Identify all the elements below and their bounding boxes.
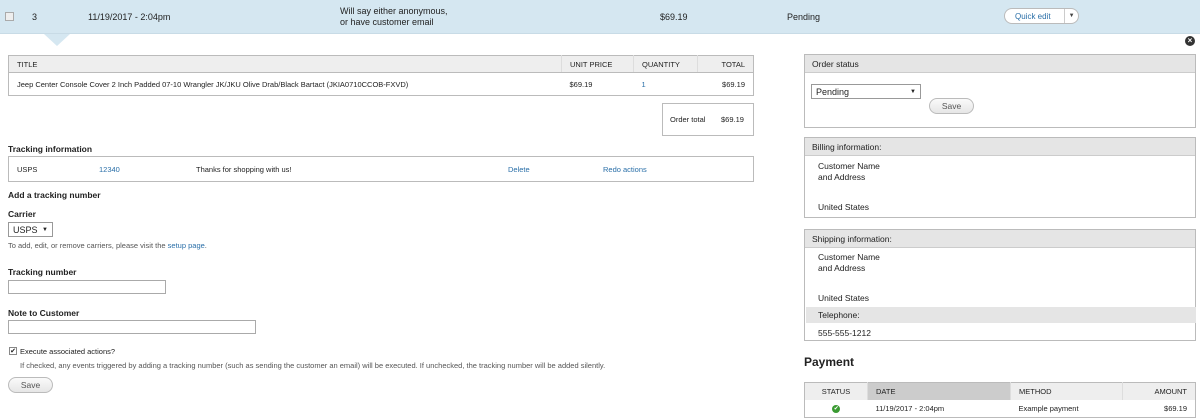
billing-line-2: and Address — [818, 172, 866, 182]
payment-amount: $69.19 — [1164, 403, 1187, 413]
payment-heading: Payment — [804, 355, 855, 369]
delete-tracking-link[interactable]: Delete — [508, 165, 530, 174]
carrier-help-text: To add, edit, or remove carriers, please… — [8, 241, 166, 250]
item-total: $69.19 — [722, 79, 745, 89]
billing-line-1: Customer Name — [818, 161, 880, 171]
shipping-heading: Shipping information: — [805, 230, 1195, 248]
order-date: 11/19/2017 - 2:04pm — [88, 12, 171, 22]
check-circle-icon: ✔ — [832, 405, 841, 414]
quick-edit-button[interactable]: Quick edit ▼ — [1004, 8, 1079, 24]
execute-label: Execute associated actions? — [20, 347, 116, 356]
order-status-heading: Order status — [805, 55, 1195, 73]
tracking-row: USPS 12340 Thanks for shopping with us! … — [8, 156, 754, 182]
execute-checkbox[interactable]: ✔ — [9, 347, 17, 355]
chevron-down-icon[interactable]: ▼ — [1064, 9, 1078, 23]
order-total-box: Order total $69.19 — [662, 103, 754, 136]
billing-country: United States — [818, 202, 870, 212]
shipping-line-2: and Address — [818, 263, 866, 273]
quick-edit-label[interactable]: Quick edit — [1005, 12, 1064, 21]
billing-heading: Billing information: — [805, 138, 1195, 156]
pay-col-method: METHOD — [1010, 382, 1123, 400]
order-status-value: Pending — [816, 86, 850, 97]
pay-col-date[interactable]: DATE — [867, 382, 1011, 400]
row-pointer — [44, 34, 70, 46]
col-unit-price: UNIT PRICE — [561, 55, 634, 73]
close-icon[interactable]: × — [1185, 36, 1195, 46]
row-checkbox[interactable] — [5, 12, 14, 21]
order-items-table: TITLE UNIT PRICE QUANTITY TOTAL Jeep Cen… — [8, 55, 754, 96]
tracking-number-label: Tracking number — [8, 267, 77, 277]
col-title: TITLE — [8, 55, 562, 73]
billing-panel: Billing information: Customer Name and A… — [804, 137, 1196, 218]
carrier-select-value: USPS — [13, 224, 38, 235]
carrier-select[interactable]: USPS ▼ — [8, 222, 53, 237]
shipping-country: United States — [818, 293, 870, 303]
item-quantity: 1 — [641, 79, 646, 89]
payment-method: Example payment — [1018, 403, 1079, 413]
chevron-down-icon: ▼ — [910, 88, 916, 95]
order-total: $69.19 — [660, 12, 688, 22]
order-row: 3 11/19/2017 - 2:04pm Will say either an… — [0, 0, 1200, 46]
table-row: ✔ 11/19/2017 - 2:04pm Example payment $6… — [805, 400, 1196, 418]
tracking-number-input[interactable] — [8, 280, 166, 294]
order-total-label: Order total — [670, 115, 706, 124]
pay-col-amount: AMOUNT — [1122, 382, 1196, 400]
save-tracking-button[interactable]: Save — [8, 377, 53, 393]
carrier-label: Carrier — [8, 209, 36, 219]
customer-line-2: or have customer email — [340, 17, 434, 27]
table-row: Jeep Center Console Cover 2 Inch Padded … — [9, 73, 754, 96]
redo-actions-link[interactable]: Redo actions — [603, 165, 647, 174]
note-input[interactable] — [8, 320, 256, 334]
tracking-message: Thanks for shopping with us! — [196, 165, 292, 174]
item-title: Jeep Center Console Cover 2 Inch Padded … — [17, 79, 409, 89]
carrier-help: To add, edit, or remove carriers, please… — [8, 241, 207, 250]
note-label: Note to Customer — [8, 308, 80, 318]
order-status-panel: Order status Pending ▼ Save — [804, 54, 1196, 128]
order-total-value: $69.19 — [721, 115, 744, 124]
tracking-heading: Tracking information — [8, 144, 93, 154]
order-customer: Will say either anonymous, or have custo… — [340, 0, 448, 34]
execute-help: If checked, any events triggered by addi… — [20, 361, 606, 370]
pay-col-status: STATUS — [804, 382, 868, 400]
shipping-panel: Shipping information: Customer Name and … — [804, 229, 1196, 341]
setup-page-link[interactable]: setup page — [168, 241, 205, 250]
payment-table: STATUS DATE METHOD AMOUNT ✔ 11/19/2017 -… — [804, 382, 1196, 418]
col-total: TOTAL — [697, 55, 754, 73]
chevron-down-icon: ▼ — [42, 226, 48, 233]
add-tracking-heading: Add a tracking number — [8, 190, 101, 200]
tracking-carrier: USPS — [17, 165, 38, 174]
telephone-value: 555-555-1212 — [818, 328, 871, 338]
order-number: 3 — [32, 12, 38, 22]
customer-line-1: Will say either anonymous, — [340, 6, 448, 16]
tracking-number-link[interactable]: 12340 — [99, 165, 120, 174]
shipping-line-1: Customer Name — [818, 252, 880, 262]
order-status-select[interactable]: Pending ▼ — [811, 84, 921, 99]
telephone-label: Telephone: — [806, 307, 1196, 323]
order-status: Pending — [787, 12, 821, 22]
save-status-button[interactable]: Save — [929, 98, 974, 114]
item-unit-price: $69.19 — [569, 79, 593, 89]
col-quantity: QUANTITY — [633, 55, 698, 73]
payment-date: 11/19/2017 - 2:04pm — [875, 403, 945, 413]
